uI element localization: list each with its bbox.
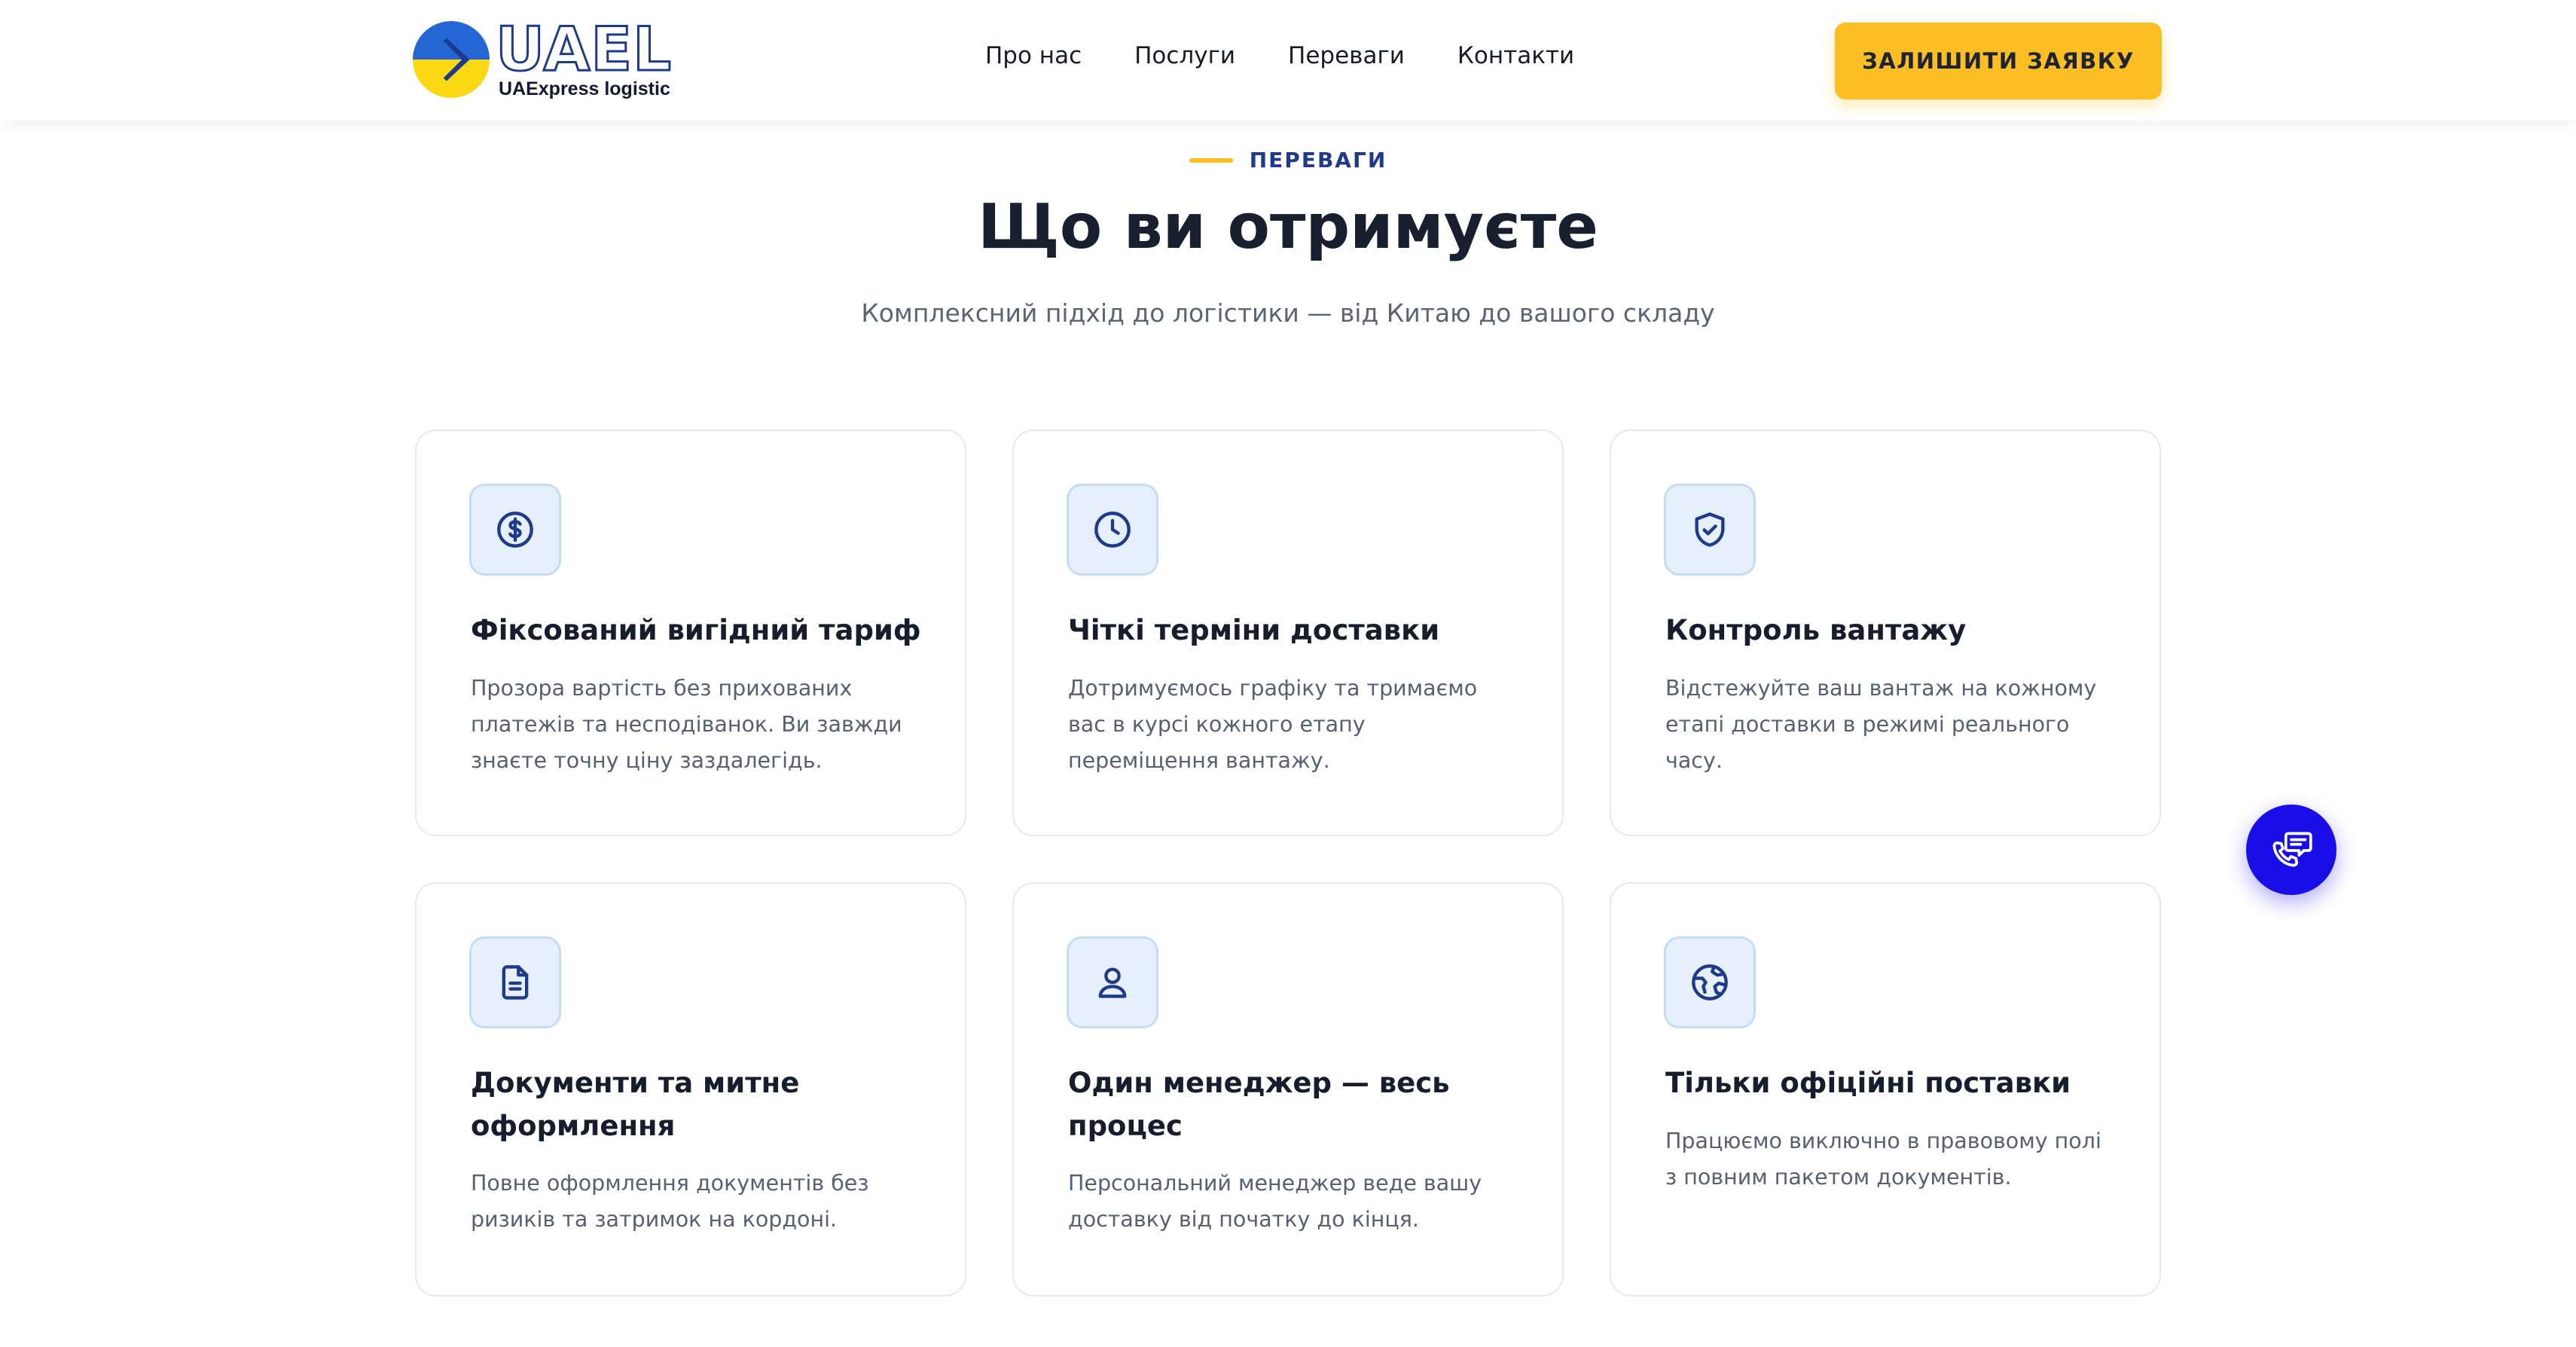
card-icon-box xyxy=(469,936,561,1028)
card-description: Відстежуйте ваш вантаж на кожному етапі … xyxy=(1665,676,2097,773)
section-eyebrow: ПЕРЕВАГИ xyxy=(0,148,2576,173)
feature-card: Тільки офіційні поставки Працюємо виключ… xyxy=(1610,882,2161,1297)
card-title: Фіксований вигідний тариф xyxy=(471,614,921,646)
main-nav: Про нас Послуги Переваги Контакти xyxy=(985,42,1574,69)
card-icon-box xyxy=(1664,484,1756,576)
feature-card: Контроль вантажу Відстежуйте ваш вантаж … xyxy=(1610,429,2161,836)
brand-tagline: UAExpress logistic xyxy=(499,78,670,99)
flag-arrow-logo-icon xyxy=(413,21,490,98)
card-description: Працюємо виключно в правовому полі з пов… xyxy=(1665,1129,2101,1190)
card-description: Персональний менеджер веде вашу доставку… xyxy=(1068,1171,1482,1232)
leave-request-button[interactable]: ЗАЛИШИТИ ЗАЯВКУ xyxy=(1835,23,2162,99)
dollar-coin-icon xyxy=(497,512,533,548)
card-title: Документи та митне оформлення xyxy=(471,1067,800,1142)
globe-icon xyxy=(1692,964,1728,1000)
card-title: Один менеджер — весь процес xyxy=(1068,1067,1450,1142)
shield-check-icon xyxy=(1695,512,1725,547)
feature-card: Чіткі терміни доставки Дотримуємось граф… xyxy=(1012,429,1564,836)
card-description: Дотримуємось графіку та тримаємо вас в к… xyxy=(1068,676,1478,773)
feature-card: Документи та митне оформлення Повне офор… xyxy=(415,882,966,1297)
section-title: Що ви отримуєте xyxy=(978,191,1598,263)
card-description: Прозора вартість без прихованих платежів… xyxy=(471,676,902,773)
feature-card: Фіксований вигідний тариф Прозора вартіс… xyxy=(415,429,966,836)
card-title: Чіткі терміни доставки xyxy=(1068,614,1440,646)
card-icon-box xyxy=(1067,484,1158,576)
nav-item-contacts[interactable]: Контакти xyxy=(1457,42,1574,69)
document-icon xyxy=(502,965,529,1000)
card-title: Тільки офіційні поставки xyxy=(1665,1067,2071,1099)
site-header: UAEL UAExpress logistic Про нас Послуги … xyxy=(0,0,2576,121)
brand-wordmark: UAEL xyxy=(494,14,673,84)
section-subtitle: Комплексний підхід до логістики — від Ки… xyxy=(861,298,1715,328)
card-icon-box xyxy=(1067,936,1158,1028)
contact-chat-button[interactable] xyxy=(2246,805,2336,895)
card-description: Повне оформлення документів без ризиків … xyxy=(471,1171,869,1232)
brand-logo[interactable]: UAEL UAExpress logistic xyxy=(413,14,691,102)
nav-item-about[interactable]: Про нас xyxy=(985,42,1082,69)
eyebrow-accent-line xyxy=(1189,157,1233,163)
card-icon-box xyxy=(469,484,561,576)
nav-item-advantages[interactable]: Переваги xyxy=(1288,42,1405,69)
feature-card: Один менеджер — весь процес Персональний… xyxy=(1012,882,1564,1297)
clock-icon xyxy=(1094,512,1131,548)
eyebrow-label: ПЕРЕВАГИ xyxy=(1249,148,1387,173)
card-title: Контроль вантажу xyxy=(1665,614,1967,646)
nav-item-services[interactable]: Послуги xyxy=(1134,42,1235,69)
user-icon xyxy=(1098,967,1127,998)
card-icon-box xyxy=(1664,936,1756,1028)
phone-chat-icon xyxy=(2272,832,2312,867)
